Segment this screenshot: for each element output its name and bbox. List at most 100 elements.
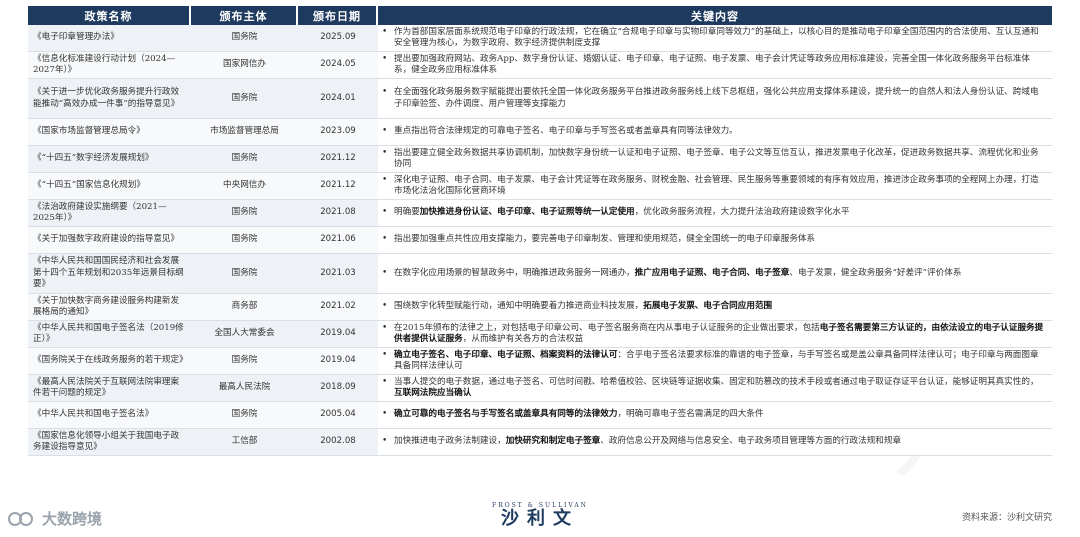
content-segment: 、政府信息公开及网络与信息安全、电子政务项目管理等方面的行政法规和规章 [600,436,902,447]
policy-table-wrapper: 政策名称 颁布主体 颁布日期 关键内容 《电子印章管理办法》 国务院 2025.09… [28,6,1052,456]
brand-mark-icon [8,511,33,526]
table-row: 《中华人民共和国国民经济和社会发展第十四个五年规划和2035年远景目标纲要》 国务… [28,254,1052,294]
table-header-row: 政策名称 颁布主体 颁布日期 关键内容 [28,6,1052,25]
table-row: 《关于进一步优化政务服务提升行政效能推动“高效办成一件事”的指导意见》 国务院 20… [28,79,1052,119]
table-row: 《信息化标准建设行动计划（2024—2027年）》 国家网信办 2024.05 • 提出… [28,52,1052,79]
issue-date: 2021.03 [298,254,378,294]
content-text: 重点指出符合法律规定的可靠电子签名、电子印章与手写签名或者盖章具有同等法律效力。 [394,126,1045,138]
bullet-icon: • [382,207,388,218]
issue-date: 2021.12 [298,173,378,200]
issue-date: 2024.05 [298,52,378,79]
bullet-icon: • [382,436,388,447]
header-policy-name: 政策名称 [28,6,191,25]
issue-date: 2021.08 [298,200,378,227]
content-text: 明确要加快推进身份认证、电子印章、电子证照等统一认定使用，优化政务服务流程，大力… [394,207,1045,219]
bullet-icon: • [382,87,388,97]
issuer: 全国人大常委会 [191,321,298,348]
issue-date: 2018.09 [298,375,378,402]
issuer: 国家网信办 [191,52,298,79]
policy-name: 《国务院关于在线政务服务的若干规定》 [28,348,191,375]
table-row: 《电子印章管理办法》 国务院 2025.09 • 作为首部国家层面系统规范电子印章的行政… [28,25,1052,52]
policy-name: 《中华人民共和国电子签名法》 [28,402,191,429]
content-emphasis: 推广应用电子证照、电子合同、电子签章 [634,267,790,278]
content-text: 加快推进电子政务法制建设，加快研究和制定电子签章、政府信息公开及网络与信息安全、… [394,436,1045,448]
content-segment: 当事人提交的电子数据，通过电子签名、可信时间戳、哈希值校验、区块链等证据收集、固… [394,376,1039,387]
issuer: 国务院 [191,79,298,119]
table-row: 《国家信息化领导小组关于我国电子政务建设指导意见》 工信部 2002.08 • 加快推进… [28,429,1052,456]
content-segment: 作为首部国家层面系统规范电子印章的行政法规，它在确立“合规电子印章与实物印章同等… [394,26,1039,49]
policy-name: 《关于加快数字商务建设服务构建新发展格局的通知》 [28,294,191,321]
bullet-icon: • [382,147,388,158]
content-emphasis: 拓展电子发票、电子合同应用范围 [643,301,773,312]
policy-name: 《中华人民共和国电子签名法（2019修正）》 [28,321,191,348]
content-text: 确立可靠的电子签名与手写签名或盖章具有同等的法律效力，明确可靠电子签名需满足的四… [394,409,1045,421]
bullet-icon: • [382,301,388,312]
issue-date: 2023.09 [298,119,378,146]
policy-name: 《国家市场监督管理总局令》 [28,119,191,146]
content-segment: 、电子发票，健全政务服务“好差评”评价体系 [789,267,962,278]
frost-sullivan-logo: FROST & SULLIVAN 沙利文 [470,502,610,529]
table-body: 《电子印章管理办法》 国务院 2025.09 • 作为首部国家层面系统规范电子印章的行政… [28,25,1052,456]
issuer: 国务院 [191,146,298,173]
shalivan-text: 沙利文 [501,508,579,529]
header-key-content: 关键内容 [378,6,1052,25]
policy-name: 《最高人民法院关于互联网法院审理案件若干问题的规定》 [28,375,191,402]
key-content: • 在数字化应用场景的智慧政务中，明确推进政务服务一网通办，推广应用电子证照、电子… [378,254,1052,294]
bullet-icon: • [382,53,388,64]
issuer: 国务院 [191,348,298,375]
policy-name: 《“十四五”国家信息化规划》 [28,173,191,200]
issue-date: 2021.12 [298,146,378,173]
content-segment: 指出要加强重点共性应用支撑能力，要完善电子印章制发、管理和使用规范，健全全国统一… [394,234,816,245]
header-date: 颁布日期 [298,6,378,25]
key-content: • 指出要加强重点共性应用支撑能力，要完善电子印章制发、管理和使用规范，健全全国统… [378,227,1052,254]
issue-date: 2005.04 [298,402,378,429]
content-segment: ，优化政务服务流程，大力提升法治政府建设数字化水平 [634,207,850,218]
key-content: • 提出要加强政府网站、政务App、数字身份认证、婚姻认证、电子印章、电子证照、电… [378,52,1052,79]
issue-date: 2002.08 [298,429,378,456]
content-emphasis: 确立电子签名、电子印章、电子证照、档案资料的法律认可 [394,349,618,360]
content-segment: 在2015年颁布的法律之上，对包括电子印章公司、电子签名服务商在内从事电子认证服… [394,322,820,333]
content-segment: 在数字化应用场景的智慧政务中，明确推进政务服务一网通办， [394,267,635,278]
content-text: 确立电子签名、电子印章、电子证照、档案资料的法律认可：合乎电子签名法要求标准的靠… [394,350,1045,373]
issuer: 商务部 [191,294,298,321]
content-text: 指出要建立健全政务数据共享协调机制，加快数字身份统一认证和电子证照、电子签章、电… [394,148,1045,171]
table-row: 《国务院关于在线政务服务的若干规定》 国务院 2019.04 • 确立电子签名、电子印章… [28,348,1052,375]
key-content: • 在全面强化政务服务数字赋能提出要依托全国一体化政务服务平台推进政务服务线上线下… [378,79,1052,119]
issuer: 中央网信办 [191,173,298,200]
content-text: 深化电子证照、电子合同、电子发票、电子会计凭证等在政务服务、财税金融、社会管理、… [394,175,1045,198]
table-row: 《中华人民共和国电子签名法》 国务院 2005.04 • 确立可靠的电子签名与手写签名或… [28,402,1052,429]
content-text: 围绕数字化转型赋能行动，通知中明确要着力推进商业科技发展，拓展电子发票、电子合同… [394,301,1045,313]
policy-name: 《国家信息化领导小组关于我国电子政务建设指导意见》 [28,429,191,456]
content-emphasis: 互联网法院应当确认 [394,388,472,398]
content-text: 在数字化应用场景的智慧政务中，明确推进政务服务一网通办，推广应用电子证照、电子合… [394,268,1045,280]
table-row: 《国家市场监督管理总局令》 市场监督管理总局 2023.09 • 重点指出符合法律规定的… [28,119,1052,146]
table-row: 《关于加快数字商务建设服务构建新发展格局的通知》 商务部 2021.02 • 围绕数字化… [28,294,1052,321]
content-text: 当事人提交的电子数据，通过电子签名、可信时间戳、哈希值校验、区块链等证据收集、固… [394,377,1045,400]
policy-name: 《信息化标准建设行动计划（2024—2027年）》 [28,52,191,79]
bullet-icon: • [382,26,388,37]
brand-logo: 大数跨境 [8,508,102,529]
content-emphasis: 加快推进身份认证、电子印章、电子证照等统一认定使用 [419,207,635,218]
table-row: 《最高人民法院关于互联网法院审理案件若干问题的规定》 最高人民法院 2018.09 •… [28,375,1052,402]
key-content: • 深化电子证照、电子合同、电子发票、电子会计凭证等在政务服务、财税金融、社会管理… [378,173,1052,200]
bullet-icon: • [382,174,388,185]
content-text: 提出要加强政府网站、政务App、数字身份认证、婚姻认证、电子印章、电子证照、电子… [394,54,1045,77]
table-row: 《法治政府建设实施纲要（2021—2025年）》 国务院 2021.08 • 明确要加快… [28,200,1052,227]
content-emphasis: 加快研究和制定电子签章 [505,436,601,447]
bullet-icon: • [382,267,388,278]
policy-name: 《中华人民共和国国民经济和社会发展第十四个五年规划和2035年远景目标纲要》 [28,254,191,294]
content-text: 在2015年颁布的法律之上，对包括电子印章公司、电子签名服务商在内从事电子认证服… [394,323,1045,346]
issuer: 工信部 [191,429,298,456]
content-segment: 重点指出符合法律规定的可靠电子签名、电子印章与手写签名或者盖章具有同等法律效力。 [394,126,738,137]
key-content: • 重点指出符合法律规定的可靠电子签名、电子印章与手写签名或者盖章具有同等法律效力… [378,119,1052,146]
bullet-icon: • [382,409,388,420]
content-segment: 加快推进电子政务法制建设， [394,436,506,447]
issuer: 最高人民法院 [191,375,298,402]
issuer: 国务院 [191,402,298,429]
key-content: • 当事人提交的电子数据，通过电子签名、可信时间戳、哈希值校验、区块链等证据收集、… [378,375,1052,402]
issuer: 国务院 [191,254,298,294]
issuer: 市场监督管理总局 [191,119,298,146]
policy-name: 《关于加强数字政府建设的指导意见》 [28,227,191,254]
brand-name: 大数跨境 [42,510,103,528]
policy-name: 《电子印章管理办法》 [28,25,191,52]
